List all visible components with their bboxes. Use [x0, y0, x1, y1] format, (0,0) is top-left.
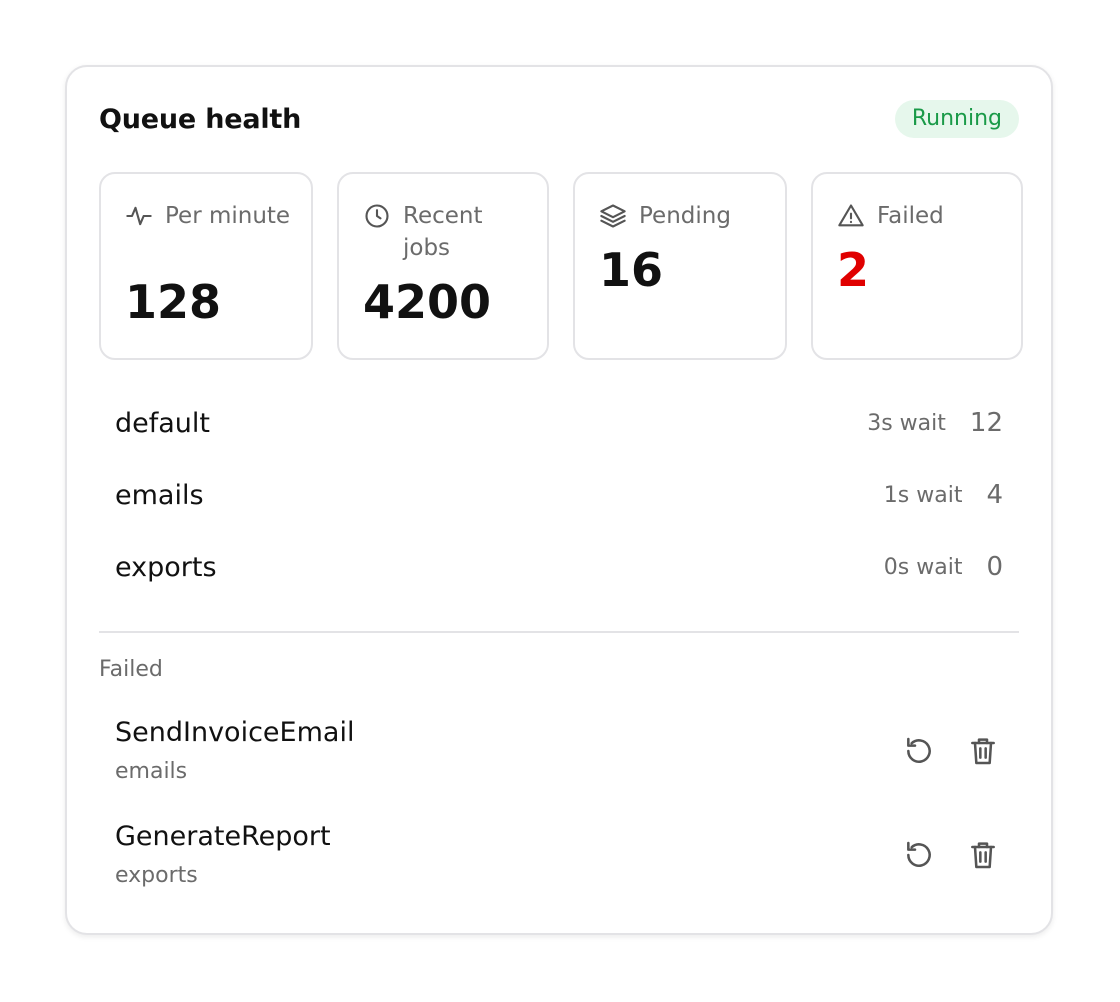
queue-name: default: [115, 407, 211, 439]
retry-icon: [907, 841, 931, 867]
failed-section-heading: Failed: [99, 657, 163, 682]
queue-name: emails: [115, 479, 204, 511]
queue-row[interactable]: default 3s wait 12: [115, 387, 1003, 459]
queue-wait: 1s wait: [883, 482, 963, 508]
queue-wait: 0s wait: [883, 554, 963, 580]
stat-value: 2: [837, 243, 870, 297]
queue-row[interactable]: emails 1s wait 4: [115, 459, 1003, 531]
card-title: Queue health: [99, 103, 302, 135]
delete-button[interactable]: [963, 835, 1003, 875]
failed-job-item: SendInvoiceEmail emails: [115, 707, 1003, 811]
stat-value: 128: [125, 275, 222, 329]
stat-value: 4200: [363, 275, 492, 329]
stat-failed: Failed 2: [811, 172, 1023, 360]
clock-icon: [363, 202, 393, 232]
retry-button[interactable]: [899, 731, 939, 771]
queue-row[interactable]: exports 0s wait 0: [115, 531, 1003, 603]
layers-icon: [599, 202, 629, 232]
retry-button[interactable]: [899, 835, 939, 875]
retry-icon: [907, 737, 931, 763]
stat-recent-jobs: Recent jobs 4200: [337, 172, 549, 360]
queue-wait: 3s wait: [867, 410, 946, 436]
failed-job-name: SendInvoiceEmail: [115, 717, 355, 748]
queue-name: exports: [115, 551, 217, 583]
queue-count: 12: [969, 408, 1003, 438]
stats-grid: Per minute 128 Recent jobs 4200 Pending …: [99, 172, 1023, 360]
failed-jobs-list: SendInvoiceEmail emails GenerateReport e…: [115, 707, 1003, 915]
section-divider: [99, 631, 1019, 633]
stat-label: Failed: [877, 203, 944, 229]
queue-health-card: Queue health Running Per minute 128 Rece…: [65, 65, 1053, 935]
queue-count: 0: [986, 552, 1003, 582]
stat-value: 16: [599, 243, 664, 297]
delete-button[interactable]: [963, 731, 1003, 771]
stat-pending: Pending 16: [573, 172, 787, 360]
stat-label: Recent jobs: [403, 203, 483, 261]
failed-job-item: GenerateReport exports: [115, 811, 1003, 915]
stat-per-minute: Per minute 128: [99, 172, 313, 360]
activity-icon: [125, 202, 155, 232]
trash-icon: [971, 738, 995, 765]
status-badge: Running: [894, 100, 1019, 138]
failed-job-queue: emails: [115, 759, 188, 784]
failed-job-name: GenerateReport: [115, 821, 331, 852]
queue-list: default 3s wait 12 emails 1s wait 4 expo…: [115, 387, 1003, 603]
card-header: Queue health Running: [99, 97, 1019, 141]
trash-icon: [971, 842, 995, 869]
stat-label: Per minute: [165, 203, 291, 229]
warning-icon: [837, 202, 867, 232]
failed-job-queue: exports: [115, 863, 198, 888]
queue-count: 4: [986, 480, 1003, 510]
stat-label: Pending: [639, 203, 731, 229]
